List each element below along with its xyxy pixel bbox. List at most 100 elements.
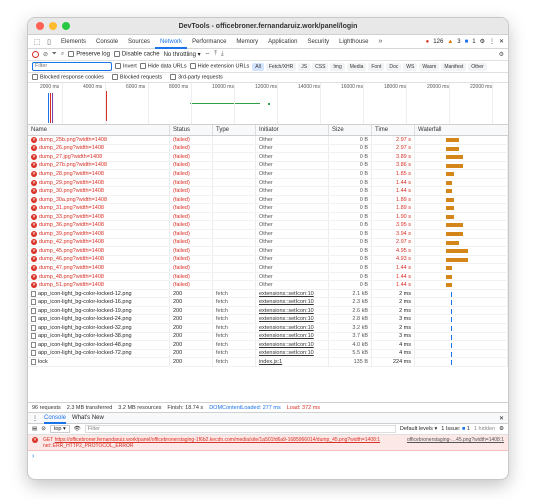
issues-count[interactable]: 1	[472, 39, 475, 45]
column-name[interactable]: Name	[28, 125, 170, 135]
error-count[interactable]: 126	[433, 39, 443, 45]
tab-lighthouse[interactable]: Lighthouse	[334, 35, 373, 49]
disable-cache-checkbox[interactable]: Disable cache	[113, 51, 160, 58]
request-name-cell[interactable]: ✕ dump_27.jpg?width=1408	[28, 153, 170, 161]
device-toolbar-icon[interactable]: ▯	[44, 37, 54, 47]
request-name-cell[interactable]: app_icon-light_bg-color-locked-48.png	[28, 341, 170, 349]
request-name-cell[interactable]: ✕ dump_28.png?width=1408	[28, 170, 170, 178]
tab-console[interactable]: Console	[91, 35, 123, 49]
column-waterfall[interactable]: Waterfall	[415, 125, 508, 135]
tab-memory[interactable]: Memory	[231, 35, 263, 49]
table-row[interactable]: app_icon-light_bg-color-locked-12.png 200…	[28, 289, 508, 299]
request-name-cell[interactable]: ✕ dump_46.png?width=1408	[28, 255, 170, 264]
third-party-checkbox[interactable]: 3rd-party requests	[170, 74, 223, 81]
initiator-cell[interactable]: extensions::setIcon:10	[256, 341, 329, 349]
table-row[interactable]: ✕ dump_27b.png?width=1408 (failed) Other 0 B…	[28, 161, 508, 171]
export-har-icon[interactable]: ⤓	[221, 51, 224, 58]
table-row[interactable]: app_icon-light_bg-color-locked-72.png 200…	[28, 349, 508, 359]
request-name-cell[interactable]: app_icon-light_bg-color-locked-12.png	[28, 289, 170, 298]
table-row[interactable]: ✕ dump_33.png?width=1408 (failed) Other 0 B1…	[28, 212, 508, 222]
type-filter-doc[interactable]: Doc	[386, 62, 402, 71]
throttling-select[interactable]: No throttling ▾	[164, 51, 201, 58]
tab-sources[interactable]: Sources	[123, 35, 155, 49]
table-row[interactable]: ✕ dump_48.png?width=1408 (failed) Other 0 B1…	[28, 272, 508, 282]
column-status[interactable]: Status	[170, 125, 213, 135]
search-icon[interactable]: ⌕	[61, 51, 64, 58]
maximize-window-button[interactable]	[62, 22, 70, 30]
request-name-cell[interactable]: ✕ dump_45.png?width=1408	[28, 247, 170, 255]
kebab-menu-icon[interactable]: ⋮	[489, 38, 495, 45]
import-har-icon[interactable]: ⤒	[214, 51, 217, 58]
minimize-window-button[interactable]	[49, 22, 57, 30]
context-select[interactable]: top ▾	[49, 425, 70, 433]
more-tabs-icon[interactable]: »	[376, 37, 386, 47]
live-expression-eye-icon[interactable]: 👁	[74, 426, 81, 432]
initiator-cell[interactable]: extensions::setIcon:10	[256, 332, 329, 341]
request-name-cell[interactable]: ✕ dump_27b.png?width=1408	[28, 161, 170, 170]
drawer-menu-icon[interactable]: ⋮	[32, 415, 38, 422]
column-time[interactable]: Time	[372, 125, 415, 135]
settings-gear-icon[interactable]: ⚙	[480, 38, 485, 45]
type-filter-js[interactable]: JS	[298, 62, 311, 71]
log-levels-select[interactable]: Default levels ▾	[400, 426, 437, 432]
initiator-cell[interactable]: extensions::setIcon:10	[256, 289, 329, 298]
type-filter-css[interactable]: CSS	[312, 62, 329, 71]
request-name-cell[interactable]: lock	[28, 358, 170, 366]
request-name-cell[interactable]: app_icon-light_bg-color-locked-38.png	[28, 332, 170, 341]
clear-console-icon[interactable]: ⊘	[41, 426, 46, 432]
invert-checkbox[interactable]: Invert	[115, 63, 137, 70]
column-size[interactable]: Size	[329, 125, 372, 135]
table-row[interactable]: app_icon-light_bg-color-locked-38.png 200…	[28, 332, 508, 342]
request-name-cell[interactable]: ✕ dump_30.png?width=1408	[28, 187, 170, 195]
request-name-cell[interactable]: app_icon-light_bg-color-locked-24.png	[28, 315, 170, 324]
type-filter-all[interactable]: All	[252, 62, 264, 71]
request-name-cell[interactable]: app_icon-light_bg-color-locked-16.png	[28, 298, 170, 306]
console-settings-gear-icon[interactable]: ⚙	[499, 426, 504, 432]
request-name-cell[interactable]: ✕ dump_42.png?width=1408	[28, 238, 170, 247]
request-name-cell[interactable]: ✕ dump_51.png?width=1408	[28, 281, 170, 289]
initiator-cell[interactable]: index.js:1	[256, 358, 329, 366]
blocked-requests-checkbox[interactable]: Blocked requests	[111, 74, 162, 81]
network-settings-gear-icon[interactable]: ⚙	[499, 51, 504, 58]
preserve-log-checkbox[interactable]: Preserve log	[68, 51, 110, 58]
request-name-cell[interactable]: ✕ dump_29.png?width=1408	[28, 178, 170, 187]
table-row[interactable]: ✕ dump_25b.png?width=1408 (failed) Other 0 B…	[28, 136, 508, 145]
table-row[interactable]: ✕ dump_31.png?width=1408 (failed) Other 0 B1…	[28, 204, 508, 213]
table-row[interactable]: ✕ dump_46.png?width=1408 (failed) Other 0 B4…	[28, 255, 508, 265]
request-name-cell[interactable]: ✕ dump_25b.png?width=1408	[28, 136, 170, 144]
table-row[interactable]: app_icon-light_bg-color-locked-32.png 200…	[28, 324, 508, 333]
table-row[interactable]: ✕ dump_30a.png?width=1408 (failed) Other 0 B…	[28, 195, 508, 205]
type-filter-wasm[interactable]: Wasm	[419, 62, 440, 71]
type-filter-img[interactable]: Img	[330, 62, 345, 71]
close-devtools-icon[interactable]: ✕	[499, 38, 504, 45]
request-name-cell[interactable]: ✕ dump_30a.png?width=1408	[28, 195, 170, 204]
column-type[interactable]: Type	[213, 125, 256, 135]
tab-security[interactable]: Security	[302, 35, 334, 49]
warning-count[interactable]: 3	[457, 39, 460, 45]
column-initiator[interactable]: Initiator	[256, 125, 329, 135]
request-name-cell[interactable]: ✕ dump_31.png?width=1408	[28, 204, 170, 212]
type-filter-manifest[interactable]: Manifest	[441, 62, 467, 71]
drawer-tab-whats-new[interactable]: What's New	[72, 415, 104, 421]
request-name-cell[interactable]: app_icon-light_bg-color-locked-72.png	[28, 349, 170, 358]
warning-counter-icon[interactable]: ▲	[447, 39, 453, 45]
tab-network[interactable]: Network	[155, 35, 188, 49]
table-row[interactable]: ✕ dump_42.png?width=1408 (failed) Other 0 B2…	[28, 238, 508, 248]
record-button[interactable]	[32, 51, 39, 58]
initiator-cell[interactable]: extensions::setIcon:10	[256, 298, 329, 306]
inspect-element-icon[interactable]: ⬚	[32, 37, 42, 47]
filter-icon[interactable]: ⏷	[52, 51, 57, 58]
table-row[interactable]: ✕ dump_27.jpg?width=1408 (failed) Other 0 B3…	[28, 153, 508, 162]
initiator-cell[interactable]: extensions::setIcon:10	[256, 315, 329, 324]
table-row[interactable]: app_icon-light_bg-color-locked-19.png 200…	[28, 306, 508, 316]
error-counter-icon[interactable]: ●	[426, 39, 430, 45]
type-filter-font[interactable]: Font	[368, 62, 385, 71]
table-row[interactable]: app_icon-light_bg-color-locked-24.png 200…	[28, 315, 508, 325]
console-filter-input[interactable]: Filter	[84, 425, 396, 433]
tab-performance[interactable]: Performance	[187, 35, 231, 49]
request-name-cell[interactable]: app_icon-light_bg-color-locked-32.png	[28, 324, 170, 332]
table-row[interactable]: ✕ dump_28.png?width=1408 (failed) Other 0 B1…	[28, 170, 508, 179]
issues-link[interactable]: 1 Issue: ■ 1	[441, 426, 470, 432]
table-row[interactable]: ✕ dump_45.png?width=1408 (failed) Other 0 B4…	[28, 247, 508, 256]
clear-icon[interactable]: ⊘	[43, 51, 48, 58]
